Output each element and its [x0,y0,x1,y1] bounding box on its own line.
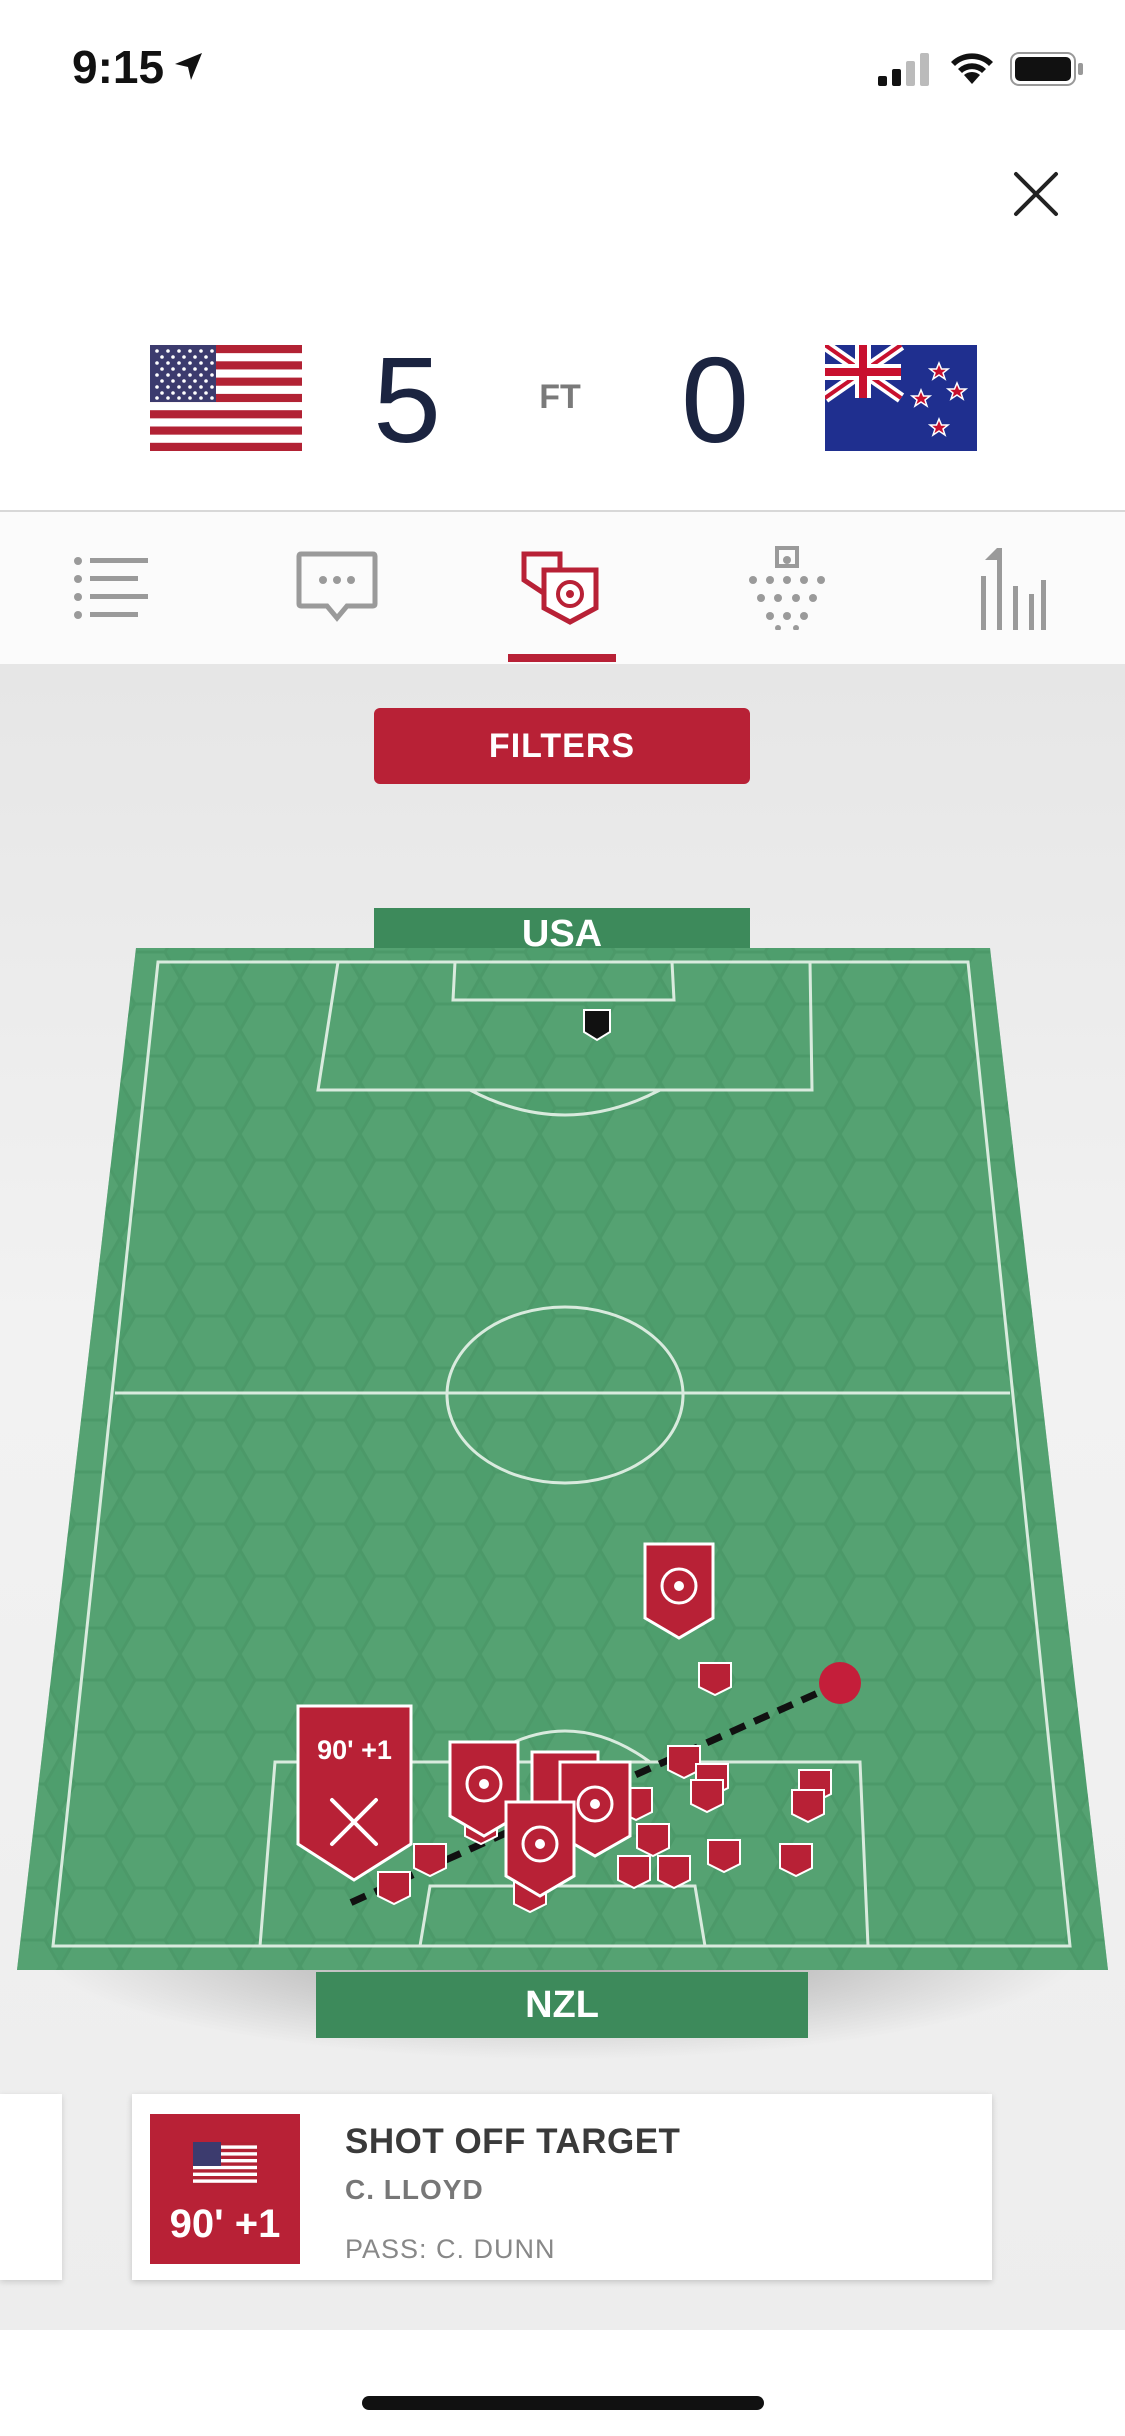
away-team-label: NZL [525,1984,599,2026]
tab-stats[interactable] [937,512,1087,664]
list-icon [74,557,148,619]
status-time: 9:15 [72,41,165,93]
active-tab-indicator [508,654,616,662]
event-type: SHOT OFF TARGET [345,2122,681,2161]
event-card[interactable]: 90' +1 SHOT OFF TARGET C. LLOYD PASS: C.… [132,2094,992,2280]
match-status: FT [539,378,581,416]
bottom-bar [0,2332,1125,2436]
tab-commentary[interactable] [262,512,412,664]
chat-bubble-icon [296,551,378,622]
usa-flag-icon [150,345,302,451]
location-arrow-icon [175,53,202,80]
filters-button[interactable]: FILTERS [374,708,750,784]
new-zealand-flag-icon [825,345,977,451]
shot-map-icon [521,551,599,625]
stats-bars-icon [981,548,1046,630]
tab-lineups[interactable] [712,512,862,664]
home-team-label: USA [521,913,603,955]
home-indicator[interactable] [362,2396,764,2410]
event-player: C. LLOYD [345,2174,484,2205]
battery-icon [1010,52,1083,86]
away-score: 0 [681,332,749,468]
tab-bar [0,510,1125,666]
wifi-icon [951,53,993,84]
close-icon[interactable] [1010,168,1062,220]
lineup-grid-icon [749,546,825,630]
cellular-signal-icon [878,53,929,86]
soccer-pitch [17,908,1108,2060]
highlighted-shot-minute: 90' +1 [317,1735,392,1765]
event-badge: 90' +1 [150,2114,300,2264]
previous-event-card[interactable] [0,2094,62,2280]
event-minute: 90' +1 [169,2202,281,2246]
home-score: 5 [373,332,441,468]
event-assist: PASS: C. DUNN [345,2234,556,2264]
tab-summary[interactable] [36,512,186,664]
tab-shots[interactable] [487,512,637,664]
usa-flag-icon [193,2142,257,2186]
